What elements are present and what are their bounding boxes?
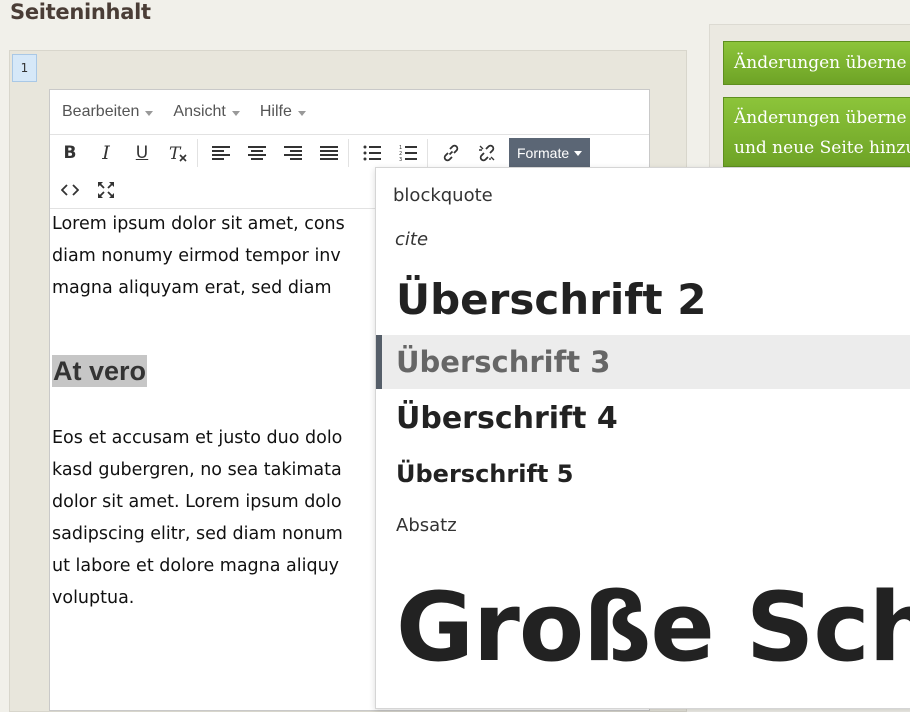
clear-formatting-button[interactable]: T xyxy=(162,138,194,168)
align-justify-button[interactable] xyxy=(313,138,345,168)
chevron-down-icon xyxy=(145,110,154,116)
page-title: Seiteninhalt xyxy=(10,0,151,24)
link-icon xyxy=(443,144,459,162)
code-icon xyxy=(61,184,79,196)
align-right-icon xyxy=(284,146,302,160)
menu-help-label: Hilfe xyxy=(259,103,292,120)
underline-button[interactable]: U xyxy=(126,138,158,168)
chevron-down-icon xyxy=(297,110,306,116)
format-option-heading-5[interactable]: Überschrift 5 xyxy=(396,460,910,488)
unlink-icon xyxy=(479,144,495,162)
selected-heading: At vero xyxy=(52,355,148,387)
align-justify-icon xyxy=(320,146,338,160)
fullscreen-button[interactable] xyxy=(90,175,122,205)
menu-edit-label: Bearbeiten xyxy=(62,103,140,120)
align-right-button[interactable] xyxy=(277,138,309,168)
fullscreen-icon xyxy=(98,182,114,198)
chevron-down-icon xyxy=(231,110,240,116)
menu-view-label: Ansicht xyxy=(173,103,226,120)
row-number-badge[interactable]: 1 xyxy=(12,54,37,82)
menu-view[interactable]: Ansicht xyxy=(173,103,240,121)
bold-button[interactable]: B xyxy=(54,138,86,168)
svg-text:3: 3 xyxy=(399,157,402,162)
editor-menubar: Bearbeiten Ansicht Hilfe xyxy=(50,90,649,135)
numbered-list-button[interactable]: 1 2 3 xyxy=(392,138,424,168)
format-option-large-text[interactable]: Große Schr xyxy=(396,573,910,683)
apply-and-add-page-button[interactable]: Änderungen überne und neue Seite hinzu xyxy=(723,97,910,167)
italic-button[interactable]: I xyxy=(90,138,122,168)
align-center-button[interactable] xyxy=(241,138,273,168)
numbered-list-icon: 1 2 3 xyxy=(399,145,417,162)
formats-dropdown-menu: blockquote cite Überschrift 2 Überschrif… xyxy=(375,167,910,709)
bullet-list-button[interactable] xyxy=(356,138,388,168)
menu-help[interactable]: Hilfe xyxy=(260,103,306,121)
format-option-paragraph[interactable]: Absatz xyxy=(396,515,910,536)
format-option-cite[interactable]: cite xyxy=(395,229,910,250)
bullet-list-icon xyxy=(363,145,381,161)
align-center-icon xyxy=(248,146,266,160)
button-line-1: Änderungen überne xyxy=(734,108,907,128)
source-code-button[interactable] xyxy=(54,175,86,205)
editor-toolbar: B I U T 1 2 3 Formate xyxy=(50,135,649,171)
apply-changes-button[interactable]: Änderungen überne xyxy=(723,41,910,85)
formats-button-label: Formate xyxy=(517,145,570,161)
format-option-heading-4[interactable]: Überschrift 4 xyxy=(396,401,910,436)
toolbar-separator xyxy=(427,139,428,167)
chevron-down-icon xyxy=(574,150,583,156)
format-option-blockquote[interactable]: blockquote xyxy=(393,185,910,206)
format-option-heading-3[interactable]: Überschrift 3 xyxy=(376,335,910,389)
format-option-heading-2[interactable]: Überschrift 2 xyxy=(396,275,910,324)
toolbar-separator xyxy=(348,139,349,167)
insert-link-button[interactable] xyxy=(435,138,467,168)
clear-formatting-icon: T xyxy=(169,144,187,162)
button-line-2: und neue Seite hinzu xyxy=(734,138,910,158)
formats-dropdown-button[interactable]: Formate xyxy=(509,138,591,168)
menu-edit[interactable]: Bearbeiten xyxy=(62,103,154,121)
remove-link-button[interactable] xyxy=(471,138,503,168)
format-option-heading-3-label: Überschrift 3 xyxy=(396,345,611,379)
align-left-icon xyxy=(212,146,230,160)
svg-text:T: T xyxy=(169,144,182,162)
align-left-button[interactable] xyxy=(205,138,237,168)
toolbar-separator xyxy=(197,139,198,167)
